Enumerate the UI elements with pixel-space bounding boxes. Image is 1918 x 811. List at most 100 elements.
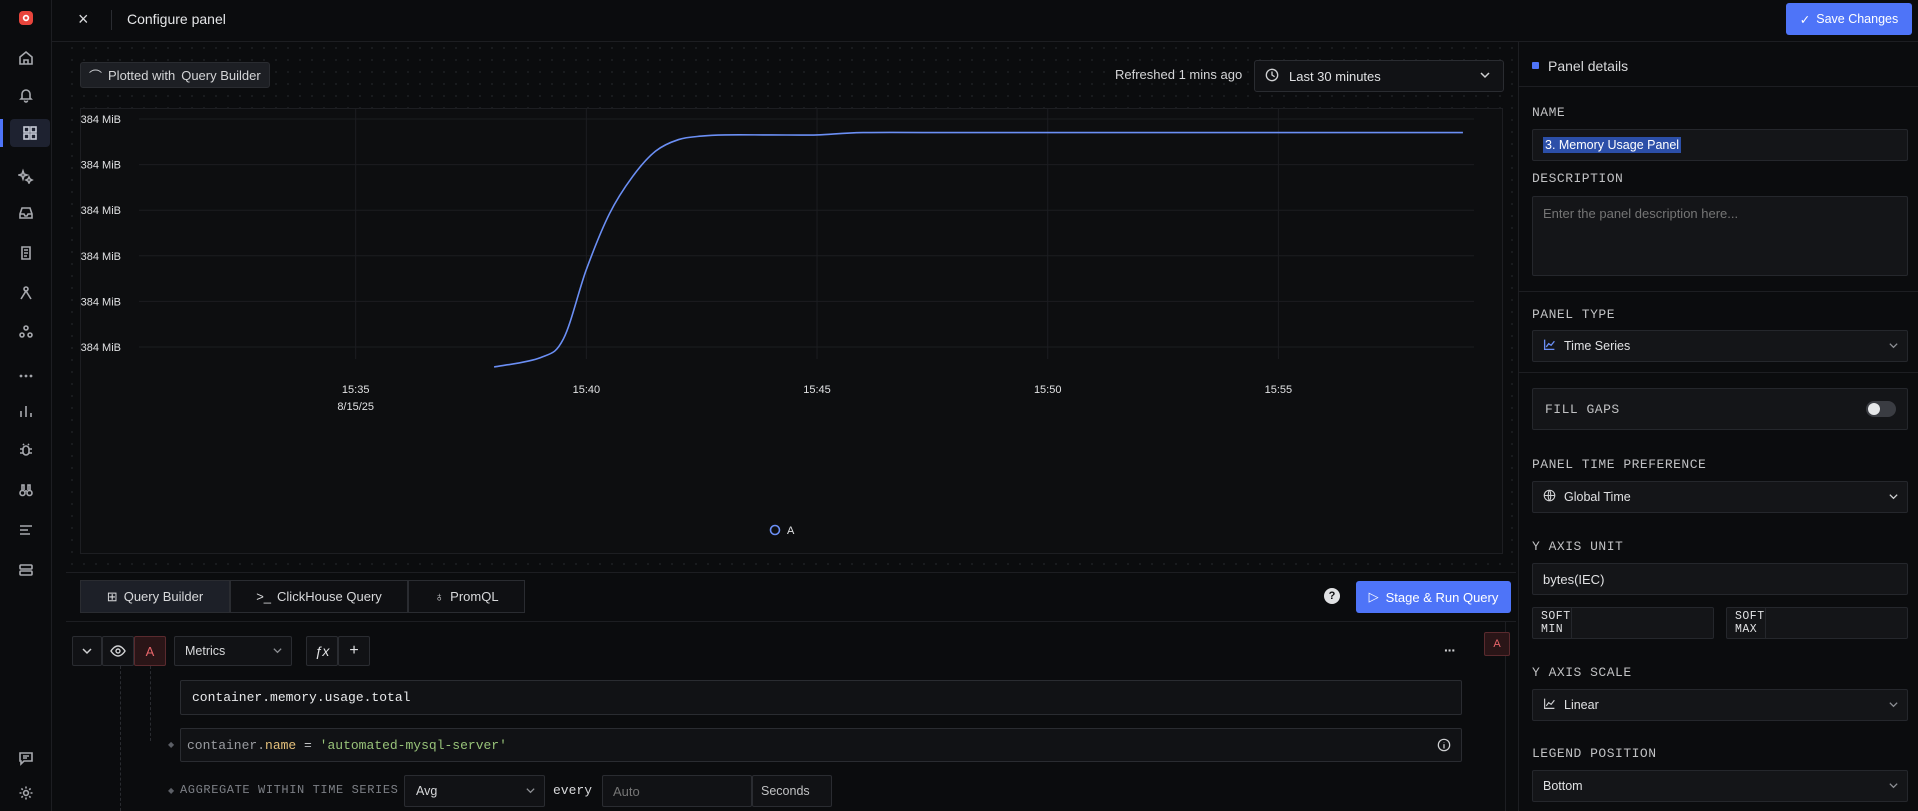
soft-min-input[interactable] xyxy=(1571,608,1749,638)
filter-expression-input[interactable]: container. name = 'automated-mysql-server… xyxy=(180,728,1462,762)
time-series-chart: 384 MiB 384 MiB 384 MiB 384 MiB 384 MiB 384 M… xyxy=(81,109,1474,537)
soft-min-label: SOFT MIN xyxy=(1533,608,1572,638)
soft-min-field: SOFT MIN xyxy=(1532,607,1749,639)
soft-max-label: SOFT MAX xyxy=(1727,608,1766,638)
legend-label: A xyxy=(787,525,795,537)
home-icon[interactable] xyxy=(14,46,38,70)
description-label: DESCRIPTION xyxy=(1532,171,1624,186)
line-chart-icon xyxy=(1543,697,1556,713)
dashboards-icon[interactable] xyxy=(10,119,50,147)
legend-marker xyxy=(769,524,781,536)
save-changes-label: Save Changes xyxy=(1816,12,1899,26)
x-tick-label: 15:45 xyxy=(803,384,831,396)
panel-type-value: Time Series xyxy=(1564,339,1631,353)
feedback-message-icon[interactable] xyxy=(14,746,38,770)
inbox-icon[interactable] xyxy=(14,201,38,225)
filter-value: 'automated-mysql-server' xyxy=(319,737,507,753)
divider xyxy=(1518,372,1918,373)
function-fx-icon[interactable]: ƒx xyxy=(306,636,338,666)
page-title: Configure panel xyxy=(127,11,226,27)
refreshed-status: Refreshed 1 mins ago xyxy=(1115,67,1243,82)
x-tick-label: 15:40 xyxy=(573,384,601,396)
every-label: every xyxy=(553,783,593,798)
data-source-select[interactable]: Metrics xyxy=(174,636,292,666)
chevron-down-icon xyxy=(1888,491,1899,505)
info-icon[interactable] xyxy=(1437,738,1451,756)
y-axis-unit-input[interactable]: bytes(IEC) xyxy=(1532,563,1908,595)
time-preference-label: PANEL TIME PREFERENCE xyxy=(1532,457,1707,472)
binoculars-icon[interactable] xyxy=(14,478,38,502)
panel-type-label: PANEL TYPE xyxy=(1532,307,1616,322)
clock-icon xyxy=(1265,68,1279,85)
list-icon[interactable] xyxy=(14,518,38,542)
tab-query-builder[interactable]: ⊞ Query Builder xyxy=(80,580,230,613)
metric-name-input[interactable]: container.memory.usage.total xyxy=(180,680,1462,715)
plotted-source: Query Builder xyxy=(181,67,261,83)
data-source-value: Metrics xyxy=(185,644,226,658)
y-tick-label: 384 MiB xyxy=(81,342,121,354)
play-icon: ▷ xyxy=(1368,589,1379,604)
sparkle-icon[interactable] xyxy=(14,164,38,188)
chart-container: 384 MiB 384 MiB 384 MiB 384 MiB 384 MiB 384 M… xyxy=(80,108,1503,554)
metrics-chart-icon[interactable] xyxy=(14,399,38,423)
logs-icon[interactable] xyxy=(14,241,38,265)
legend-position-label: LEGEND POSITION xyxy=(1532,746,1657,761)
more-icon[interactable] xyxy=(14,364,38,388)
time-range-select[interactable]: Last 30 minutes xyxy=(1254,60,1504,92)
save-changes-button[interactable]: ✓ Save Changes xyxy=(1786,3,1912,35)
filter-key: name xyxy=(265,737,297,753)
settings-gear-icon[interactable] xyxy=(14,781,38,805)
tab-promql[interactable]: ♁ PromQL xyxy=(408,580,525,613)
time-range-value: Last 30 minutes xyxy=(1289,68,1381,84)
panel-name-input[interactable]: 3. Memory Usage Panel xyxy=(1532,129,1908,161)
chevron-down-icon xyxy=(1888,699,1899,713)
legend-position-value: Bottom xyxy=(1543,779,1583,793)
query-letter-badge-side[interactable]: A xyxy=(1484,632,1510,656)
legend-position-select[interactable]: Bottom xyxy=(1532,770,1908,802)
bug-icon[interactable] xyxy=(14,438,38,462)
stage-run-query-button[interactable]: ▷ Stage & Run Query xyxy=(1356,581,1511,613)
flame-icon: ♁ xyxy=(434,589,445,604)
name-label: NAME xyxy=(1532,105,1566,120)
collapse-chevron-icon[interactable] xyxy=(72,636,102,666)
section-marker xyxy=(1532,62,1539,69)
traces-icon[interactable] xyxy=(14,281,38,305)
every-interval-input[interactable] xyxy=(602,775,752,807)
services-icon[interactable] xyxy=(14,320,38,344)
plotted-label: Plotted with xyxy=(108,67,176,83)
fill-gaps-row: FILL GAPS xyxy=(1532,388,1908,430)
description-textarea[interactable] xyxy=(1532,196,1908,276)
aggregate-select[interactable]: Avg xyxy=(404,775,545,807)
chevron-down-icon xyxy=(1888,340,1899,354)
plotted-with-badge[interactable]: ⌒ Plotted with Query Builder xyxy=(80,62,270,88)
time-preference-value: Global Time xyxy=(1564,490,1631,504)
active-nav-indicator xyxy=(0,119,3,147)
close-icon[interactable]: × xyxy=(78,10,89,28)
add-plus-icon[interactable]: + xyxy=(338,636,370,666)
y-axis-scale-select[interactable]: Linear xyxy=(1532,689,1908,721)
y-tick-label: 384 MiB xyxy=(81,251,121,263)
soft-max-input[interactable] xyxy=(1765,608,1918,638)
panel-name-value: 3. Memory Usage Panel xyxy=(1543,137,1682,153)
visibility-eye-icon[interactable] xyxy=(102,636,134,666)
curve-icon: ⌒ xyxy=(89,68,103,84)
tab-clickhouse-query[interactable]: >_ ClickHouse Query xyxy=(230,580,408,613)
logo-icon[interactable] xyxy=(14,6,38,30)
time-preference-select[interactable]: Global Time xyxy=(1532,481,1908,513)
query-letter-badge[interactable]: A xyxy=(134,636,166,666)
chevron-down-icon xyxy=(525,785,536,799)
more-options-icon[interactable]: ··· xyxy=(1444,642,1456,658)
query-builder-icon: ⊞ xyxy=(106,588,118,604)
soft-max-field: SOFT MAX xyxy=(1726,607,1918,639)
panel-details-title: Panel details xyxy=(1548,58,1629,74)
alerts-bell-icon[interactable] xyxy=(14,83,38,107)
aggregate-label: AGGREGATE WITHIN TIME SERIES xyxy=(180,783,399,797)
help-icon[interactable]: ? xyxy=(1324,588,1340,604)
filter-key-prefix: container. xyxy=(187,737,266,753)
fill-gaps-toggle[interactable] xyxy=(1866,401,1896,417)
chevron-down-icon xyxy=(1479,69,1491,84)
panel-type-select[interactable]: Time Series xyxy=(1532,330,1908,362)
integrations-icon[interactable] xyxy=(14,558,38,582)
y-axis-scale-label: Y AXIS SCALE xyxy=(1532,665,1632,680)
filter-operator: = xyxy=(304,737,312,753)
